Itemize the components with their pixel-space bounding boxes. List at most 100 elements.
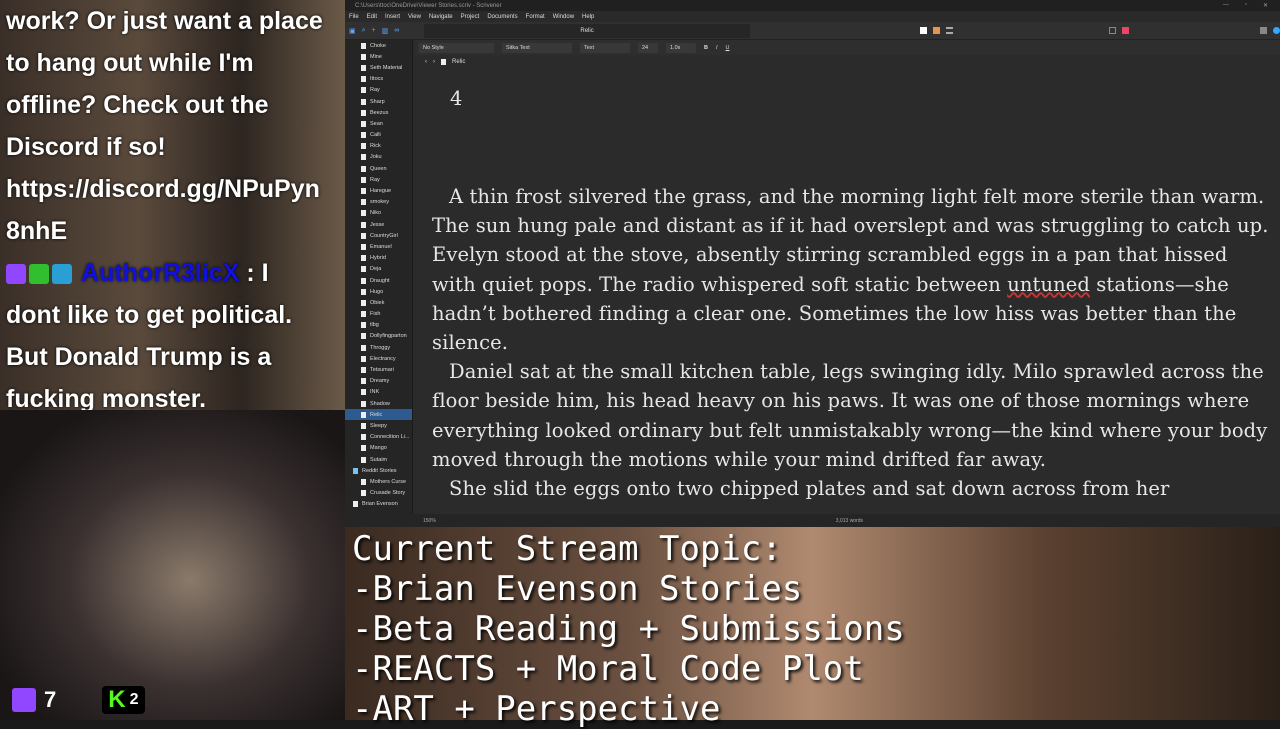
- binder-item-label: Hugo: [370, 288, 384, 295]
- document-icon: [361, 389, 366, 396]
- topic-line: -Beta Reading + Submissions: [352, 609, 905, 649]
- italic-button[interactable]: I: [716, 45, 718, 51]
- document-icon: [361, 243, 366, 250]
- inspector-image-icon[interactable]: [1260, 27, 1267, 34]
- binder-item[interactable]: Electrancy: [345, 353, 412, 364]
- size-select[interactable]: 24: [638, 42, 658, 53]
- binder-item[interactable]: Reddit Stories: [345, 465, 412, 476]
- misspelled-word[interactable]: untuned: [1007, 273, 1090, 296]
- minimize-button[interactable]: —: [1223, 2, 1229, 9]
- search-icon[interactable]: ⌕: [362, 27, 366, 35]
- menu-project[interactable]: Project: [461, 14, 480, 20]
- binder-item[interactable]: Deja: [345, 264, 412, 275]
- menu-help[interactable]: Help: [582, 14, 594, 20]
- maximize-button[interactable]: ▫: [1245, 2, 1247, 9]
- binder-item[interactable]: Sleepy: [345, 420, 412, 431]
- forward-icon[interactable]: ›: [433, 59, 435, 65]
- binder-item[interactable]: Niko: [345, 208, 412, 219]
- document-icon: [361, 42, 366, 49]
- binder-item[interactable]: INK: [345, 387, 412, 398]
- paragraph: Daniel sat at the small kitchen table, l…: [432, 360, 1268, 471]
- binder-item[interactable]: Hybrid: [345, 253, 412, 264]
- binder-item-label: Ittocs: [370, 76, 384, 83]
- menu-insert[interactable]: Insert: [385, 14, 400, 20]
- menu-documents[interactable]: Documents: [487, 14, 517, 20]
- binder-item[interactable]: Beezus: [345, 107, 412, 118]
- single-view-icon[interactable]: [920, 27, 927, 34]
- document-icon: [361, 188, 366, 195]
- document-icon: [361, 266, 366, 273]
- binder-item[interactable]: Dollyfingparton: [345, 331, 412, 342]
- close-button[interactable]: ✕: [1263, 2, 1268, 9]
- document-icon: [361, 311, 366, 318]
- binder-item[interactable]: Sean: [345, 118, 412, 129]
- binder-item[interactable]: Ittocs: [345, 74, 412, 85]
- binder-item-label: Ray: [370, 87, 380, 94]
- menu-format[interactable]: Format: [526, 14, 545, 20]
- typeface-select[interactable]: Text: [580, 42, 630, 53]
- binder-item[interactable]: Ray: [345, 174, 412, 185]
- binder-item[interactable]: Haregue: [345, 185, 412, 196]
- style-select[interactable]: No Style: [419, 42, 494, 53]
- binder-item[interactable]: Crusade Story: [345, 488, 412, 499]
- binder-item[interactable]: Sutaim: [345, 454, 412, 465]
- binder-item[interactable]: tlbg: [345, 320, 412, 331]
- binder-item[interactable]: Hugo: [345, 286, 412, 297]
- menu-navigate[interactable]: Navigate: [429, 14, 453, 20]
- zoom-level[interactable]: 150%: [423, 518, 436, 524]
- share-icon[interactable]: [1109, 27, 1116, 34]
- corkboard-view-icon[interactable]: [933, 27, 940, 34]
- binder-item[interactable]: Mothers Curse: [345, 476, 412, 487]
- bookmark-icon[interactable]: [1122, 27, 1129, 34]
- binder-item[interactable]: Joku: [345, 152, 412, 163]
- info-icon[interactable]: [1273, 27, 1280, 34]
- binder-item[interactable]: Ray: [345, 85, 412, 96]
- binder-item[interactable]: Sharp: [345, 96, 412, 107]
- binder-item[interactable]: Fish: [345, 309, 412, 320]
- status-bar: 150% 3,013 words: [345, 514, 1280, 527]
- binder-item[interactable]: Rick: [345, 141, 412, 152]
- document-icon: [361, 277, 366, 284]
- link-icon[interactable]: ∞: [394, 27, 399, 35]
- binder-item[interactable]: Brian Evenson: [345, 499, 412, 510]
- binder-item[interactable]: Obiek: [345, 297, 412, 308]
- outline-view-icon[interactable]: [946, 27, 953, 34]
- title-bar: C:\Users\ttoc\OneDrive\Viewer Stories.sc…: [345, 0, 1280, 11]
- binder-item[interactable]: Tetsumari: [345, 364, 412, 375]
- binder-item[interactable]: Queen: [345, 163, 412, 174]
- binder-item[interactable]: Seth Material: [345, 62, 412, 73]
- menu-view[interactable]: View: [408, 14, 421, 20]
- binder-item-label: tlbg: [370, 322, 379, 329]
- binder-item[interactable]: Choke: [345, 40, 412, 51]
- back-icon[interactable]: ‹: [425, 59, 427, 65]
- trash-icon[interactable]: ▥: [382, 27, 389, 35]
- binder-item[interactable]: Mine: [345, 51, 412, 62]
- binder-item[interactable]: Throggy: [345, 342, 412, 353]
- binder-item-label: Draught: [370, 277, 390, 284]
- binder-item[interactable]: Calli: [345, 130, 412, 141]
- binder-item[interactable]: Dreamy: [345, 376, 412, 387]
- binder-item[interactable]: Shadow: [345, 398, 412, 409]
- font-select[interactable]: Sitka Text: [502, 42, 572, 53]
- document-icon: [361, 76, 366, 83]
- binder-item[interactable]: Jesse: [345, 219, 412, 230]
- binder-item[interactable]: Mango: [345, 443, 412, 454]
- binder-item[interactable]: CountryGirl: [345, 230, 412, 241]
- binder-item[interactable]: smokey: [345, 197, 412, 208]
- add-icon[interactable]: +: [372, 27, 376, 35]
- menu-window[interactable]: Window: [553, 14, 574, 20]
- menu-file[interactable]: File: [349, 14, 359, 20]
- binder-item[interactable]: Relic: [345, 409, 412, 421]
- binder-toggle-icon[interactable]: ▣: [349, 27, 356, 35]
- binder-item[interactable]: Connecition Li...: [345, 432, 412, 443]
- binder-item-label: Sharp: [370, 98, 385, 105]
- underline-button[interactable]: U: [726, 45, 730, 51]
- menu-edit[interactable]: Edit: [367, 14, 377, 20]
- binder-item[interactable]: Emanuel: [345, 241, 412, 252]
- bold-button[interactable]: B: [704, 45, 708, 51]
- chat-username: AuthorR3licX: [81, 259, 240, 287]
- binder-item[interactable]: Draught: [345, 275, 412, 286]
- document-icon: [361, 87, 366, 94]
- editor-text[interactable]: 4 A thin frost silvered the grass, and t…: [415, 70, 1272, 514]
- line-spacing-select[interactable]: 1.0x: [666, 42, 696, 53]
